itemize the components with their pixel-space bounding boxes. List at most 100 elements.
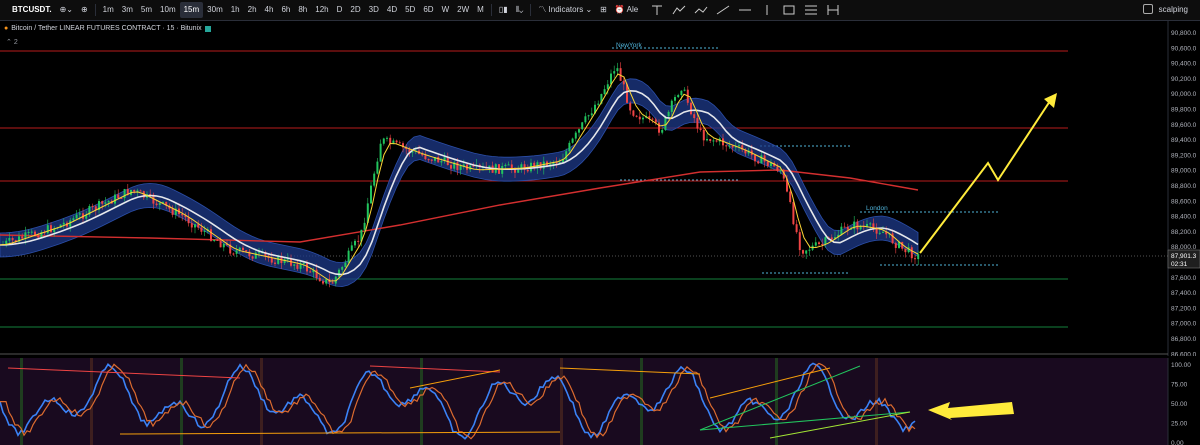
candle-body bbox=[11, 237, 14, 241]
price-axis-label: 90,000.0 bbox=[1171, 91, 1197, 98]
candle-body bbox=[738, 145, 740, 147]
timeframe-2W[interactable]: 2W bbox=[453, 2, 473, 18]
candle-body bbox=[632, 110, 635, 116]
timeframe-2h[interactable]: 2h bbox=[244, 2, 261, 18]
timeframe-2D[interactable]: 2D bbox=[346, 2, 364, 18]
horizontal-line-icon[interactable] bbox=[736, 3, 754, 17]
ray-line-icon[interactable] bbox=[714, 3, 732, 17]
candle-body bbox=[242, 247, 244, 251]
candle-body bbox=[389, 137, 392, 144]
timeframe-3m[interactable]: 3m bbox=[118, 2, 137, 18]
candle-body bbox=[789, 191, 792, 203]
candle-body bbox=[302, 263, 305, 265]
candle-body bbox=[251, 256, 254, 259]
candle-body bbox=[440, 161, 443, 163]
candle-body bbox=[869, 223, 872, 225]
candle-body bbox=[830, 237, 833, 240]
layout-checkbox[interactable] bbox=[1142, 4, 1153, 14]
indicators-button[interactable]: 〽 Indicators ⌄ bbox=[534, 2, 596, 18]
candle-body bbox=[715, 140, 718, 142]
osc-axis-label: 25.00 bbox=[1171, 421, 1188, 428]
candle-body bbox=[568, 142, 571, 152]
current-price-text: 87,901.3 bbox=[1171, 253, 1197, 260]
candle-body bbox=[696, 118, 699, 129]
templates-icon[interactable]: ⊞ bbox=[596, 2, 611, 18]
alert-button[interactable]: ⏰ Ale bbox=[611, 2, 642, 18]
timeframe-W[interactable]: W bbox=[438, 2, 454, 18]
candle-body bbox=[597, 103, 600, 105]
keltner-band bbox=[0, 78, 919, 288]
oscillator-pane[interactable]: 100.00 75.00 50.00 25.00 0.00 bbox=[0, 358, 1200, 445]
candle-body bbox=[805, 250, 808, 254]
candle-body bbox=[30, 231, 33, 233]
timeframe-6h[interactable]: 6h bbox=[277, 2, 294, 18]
timeframe-15m[interactable]: 15m bbox=[179, 2, 204, 18]
measure-icon[interactable] bbox=[824, 3, 842, 17]
timeframe-4h[interactable]: 4h bbox=[261, 2, 278, 18]
candle-body bbox=[613, 71, 616, 74]
candle-body bbox=[107, 200, 110, 203]
candle-body bbox=[843, 226, 846, 228]
candle-body bbox=[757, 161, 760, 164]
candle-body bbox=[507, 164, 510, 166]
candle-body bbox=[357, 240, 360, 242]
layout-selector[interactable]: scalping bbox=[1142, 4, 1188, 14]
timeframe-30m[interactable]: 30m bbox=[203, 2, 227, 18]
timeframe-D[interactable]: D bbox=[333, 2, 347, 18]
timeframe-1h[interactable]: 1h bbox=[227, 2, 244, 18]
price-axis-label: 86,800.0 bbox=[1171, 336, 1197, 343]
timeframe-M[interactable]: M bbox=[473, 2, 488, 18]
indicator-toggle[interactable]: ⌃ 2 bbox=[6, 38, 18, 46]
osc-signal-zone bbox=[90, 358, 93, 445]
candle-body bbox=[318, 277, 321, 282]
candle-body bbox=[584, 116, 587, 123]
timeframe-5D[interactable]: 5D bbox=[401, 2, 419, 18]
candle-body bbox=[910, 247, 913, 259]
fib-retracement-icon[interactable] bbox=[802, 3, 820, 17]
candle-body bbox=[882, 231, 884, 233]
timeframe-10m[interactable]: 10m bbox=[156, 2, 180, 18]
candle-body bbox=[638, 116, 641, 120]
text-tool-icon[interactable] bbox=[648, 3, 666, 17]
osc-signal-zone bbox=[775, 358, 778, 445]
candle-style-icon[interactable]: ▯▮ bbox=[495, 2, 512, 18]
candle-body bbox=[322, 281, 324, 284]
path-tool-icon[interactable] bbox=[692, 3, 710, 17]
candle-body bbox=[222, 243, 225, 248]
candle-body bbox=[821, 244, 824, 246]
timeframe-5m[interactable]: 5m bbox=[137, 2, 156, 18]
add-symbol-icon[interactable]: ⊕ bbox=[77, 2, 92, 18]
timeframe-8h[interactable]: 8h bbox=[294, 2, 311, 18]
candle-body bbox=[866, 224, 868, 227]
candle-body bbox=[456, 162, 459, 170]
rectangle-icon[interactable] bbox=[780, 3, 798, 17]
candle-body bbox=[683, 89, 686, 91]
timeframe-3D[interactable]: 3D bbox=[365, 2, 383, 18]
chart-type-icon[interactable]: ⫴⌄ bbox=[512, 2, 528, 18]
candle-body bbox=[235, 250, 238, 254]
timeframe-1m[interactable]: 1m bbox=[99, 2, 118, 18]
candle-body bbox=[766, 161, 769, 166]
candle-body bbox=[354, 240, 356, 246]
candle-body bbox=[459, 166, 462, 170]
timeframe-12h[interactable]: 12h bbox=[311, 2, 332, 18]
price-axis-label: 88,400.0 bbox=[1171, 214, 1197, 221]
timeframe-6D[interactable]: 6D bbox=[419, 2, 437, 18]
trend-line-icon[interactable] bbox=[670, 3, 688, 17]
candle-body bbox=[27, 232, 30, 234]
divider bbox=[94, 4, 96, 16]
vertical-line-icon[interactable] bbox=[758, 3, 776, 17]
candle-body bbox=[139, 190, 142, 192]
candle-body bbox=[363, 222, 366, 230]
symbol-search-button[interactable]: BTCUSDT. bbox=[0, 2, 56, 18]
candle-body bbox=[123, 189, 126, 199]
price-axis-label: 90,400.0 bbox=[1171, 61, 1197, 68]
indicators-icon: 〽 bbox=[538, 5, 547, 14]
compare-icon[interactable]: ⊕⌄ bbox=[56, 2, 77, 18]
timeframe-4D[interactable]: 4D bbox=[383, 2, 401, 18]
osc-signal-zone bbox=[560, 358, 563, 445]
market-status-icon bbox=[204, 25, 211, 32]
price-chart[interactable]: 90,800.0 90,600.0 90,400.0 90,200.0 90,000.0… bbox=[0, 20, 1200, 356]
candle-body bbox=[190, 223, 193, 228]
candle-body bbox=[104, 202, 107, 204]
